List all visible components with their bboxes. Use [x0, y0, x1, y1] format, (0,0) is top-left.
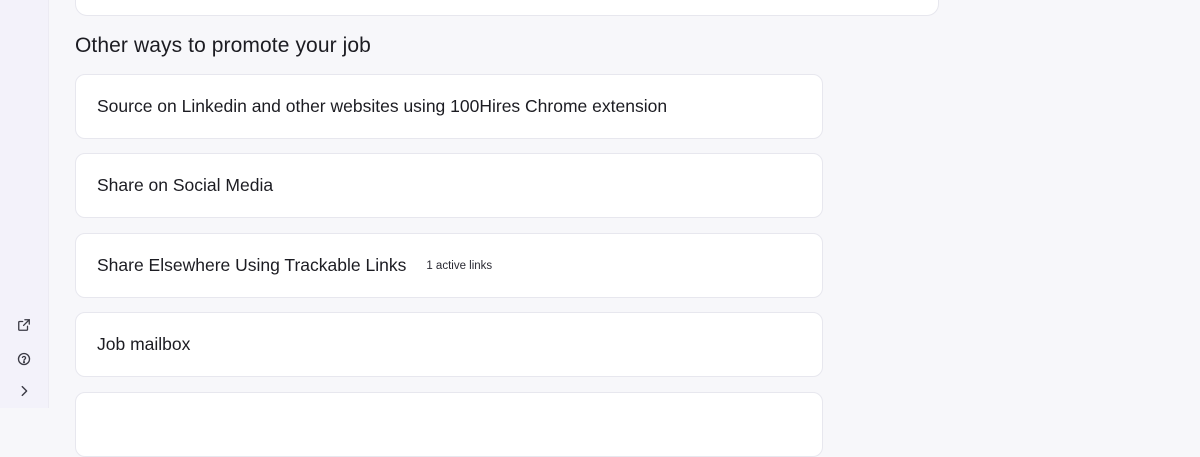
card-label: Job mailbox — [97, 334, 191, 354]
main-content: Other ways to promote your job Source on… — [49, 0, 1200, 457]
card-job-mailbox[interactable]: Job mailbox — [75, 312, 823, 377]
chevron-right-icon[interactable] — [14, 381, 34, 401]
previous-card — [75, 0, 939, 16]
card-social-media[interactable]: Share on Social Media — [75, 153, 823, 218]
card-label: Share Elsewhere Using Trackable Links — [97, 255, 407, 275]
card-next[interactable] — [75, 392, 823, 457]
card-chrome-extension[interactable]: Source on Linkedin and other websites us… — [75, 74, 823, 139]
external-link-icon[interactable] — [14, 315, 34, 335]
card-trackable-links[interactable]: Share Elsewhere Using Trackable Links 1 … — [75, 233, 823, 298]
card-label: Share on Social Media — [97, 175, 274, 195]
left-sidebar — [0, 0, 49, 408]
active-links-count: 1 active links — [426, 259, 493, 272]
section-title: Other ways to promote your job — [75, 34, 371, 57]
card-label: Source on Linkedin and other websites us… — [97, 96, 668, 116]
help-circle-icon[interactable] — [14, 349, 34, 369]
